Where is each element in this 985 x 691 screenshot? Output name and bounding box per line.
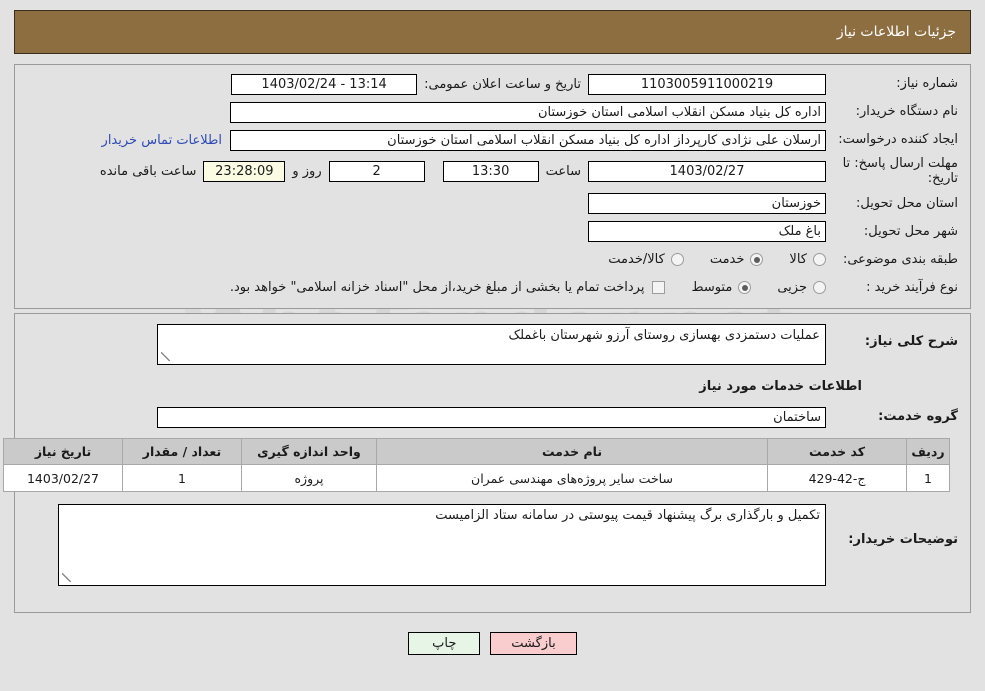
footer-actions: بازگشت چاپ bbox=[14, 621, 971, 665]
cell-name: ساخت سایر پروژه‌های مهندسی عمران bbox=[376, 464, 768, 492]
remaining-days-label: روز و bbox=[292, 164, 322, 180]
cell-unit: پروژه bbox=[241, 464, 377, 492]
service-group-label: گروه خدمت: bbox=[878, 408, 958, 424]
description-textarea[interactable]: عملیات دستمزدی بهسازی روستای آرزو شهرستا… bbox=[157, 324, 826, 365]
buyer-org-label: نام دستگاه خریدار: bbox=[855, 103, 958, 119]
province-label: استان محل تحویل: bbox=[856, 195, 958, 211]
radio-icon-jozei[interactable] bbox=[813, 281, 826, 295]
city-label: شهر محل تحویل: bbox=[863, 223, 958, 239]
category-radio-group: کالا خدمت کالا/خدمت bbox=[582, 252, 826, 267]
need-number-label: شماره نیاز: bbox=[896, 75, 958, 91]
creator-label: ایجاد کننده درخواست: bbox=[838, 131, 958, 147]
need-details-panel: شرح کلی نیاز: عملیات دستمزدی بهسازی روست… bbox=[3, 313, 971, 613]
countdown-timer: 23:28:09 bbox=[203, 161, 286, 183]
category-option-khedmat[interactable]: خدمت bbox=[710, 252, 764, 267]
row-service-group: گروه خدمت: ساختمان bbox=[27, 406, 958, 428]
category-option-kala-label: کالا bbox=[789, 252, 807, 268]
row-city: شهر محل تحویل: باغ ملک bbox=[27, 221, 958, 243]
deadline-date-value[interactable]: 1403/02/27 bbox=[588, 161, 826, 183]
th-radif: ردیف bbox=[906, 438, 950, 465]
deadline-hour-value[interactable]: 13:30 bbox=[442, 161, 539, 183]
th-date: تاریخ نیاز bbox=[3, 438, 123, 465]
page-title: جزئیات اطلاعات نیاز bbox=[836, 24, 956, 40]
row-buyer-notes: توضیحات خریدار: تکمیل و بارگذاری برگ پیش… bbox=[27, 504, 958, 586]
buyer-notes-label: توضیحات خریدار: bbox=[848, 532, 958, 547]
row-deadline: مهلت ارسال پاسخ: تا تاریخ: 1403/02/27 سا… bbox=[27, 156, 958, 187]
deadline-label: مهلت ارسال پاسخ: تا تاریخ: bbox=[842, 156, 958, 186]
th-code: کد خدمت bbox=[767, 438, 907, 465]
th-name: نام خدمت bbox=[376, 438, 768, 465]
service-group-value[interactable]: ساختمان bbox=[157, 406, 826, 428]
row-category: طبقه بندی موضوعی: کالا خدمت کالا/خدمت bbox=[27, 249, 958, 271]
province-value[interactable]: خوزستان bbox=[588, 193, 826, 215]
process-option-motevaset-label: متوسط bbox=[691, 280, 733, 296]
row-buyer-org: نام دستگاه خریدار: اداره کل بنیاد مسکن ا… bbox=[27, 101, 958, 123]
th-unit: واحد اندازه گیری bbox=[241, 438, 377, 465]
category-option-kala-khedmat-label: کالا/خدمت bbox=[608, 252, 665, 268]
city-value[interactable]: باغ ملک bbox=[588, 221, 826, 243]
process-option-jozei[interactable]: جزیی bbox=[777, 280, 826, 295]
buyer-contact-link[interactable]: اطلاعات تماس خریدار bbox=[102, 133, 230, 148]
deadline-hour-label: ساعت bbox=[545, 164, 581, 180]
category-label: طبقه بندی موضوعی: bbox=[842, 251, 958, 267]
row-creator: ایجاد کننده درخواست: ارسلان علی نژادی کا… bbox=[27, 129, 958, 151]
need-number-value[interactable]: 1103005911000219 bbox=[588, 73, 826, 95]
public-announce-label: تاریخ و ساعت اعلان عمومی: bbox=[424, 76, 581, 92]
row-description: شرح کلی نیاز: عملیات دستمزدی بهسازی روست… bbox=[27, 324, 958, 365]
page-root: جزئیات اطلاعات نیاز شماره نیاز: 11030059… bbox=[0, 0, 985, 691]
remaining-hours-label: ساعت باقی مانده bbox=[99, 164, 197, 180]
row-process-type: نوع فرآیند خرید : جزیی متوسط پرداخت تمام… bbox=[27, 277, 958, 299]
radio-icon-kala-khedmat[interactable] bbox=[670, 253, 684, 267]
table-header-row: ردیف کد خدمت نام خدمت واحد اندازه گیری ت… bbox=[3, 438, 950, 465]
services-section-title: اطلاعات خدمات مورد نیاز bbox=[699, 379, 862, 394]
process-type-label: نوع فرآیند خرید : bbox=[866, 279, 958, 295]
services-table-wrap: ردیف کد خدمت نام خدمت واحد اندازه گیری ت… bbox=[3, 438, 958, 492]
print-button[interactable]: چاپ bbox=[408, 631, 481, 655]
category-option-khedmat-label: خدمت bbox=[709, 252, 745, 268]
radio-icon-khedmat[interactable] bbox=[750, 253, 764, 267]
radio-icon-kala[interactable] bbox=[813, 253, 826, 267]
treasury-bond-note: پرداخت تمام یا بخشی از مبلغ خرید،از محل … bbox=[229, 280, 645, 296]
row-need-number: شماره نیاز: 1103005911000219 تاریخ و ساع… bbox=[27, 73, 958, 95]
th-qty: تعداد / مقدار bbox=[122, 438, 242, 465]
services-table: ردیف کد خدمت نام خدمت واحد اندازه گیری ت… bbox=[3, 438, 950, 492]
treasury-bond-checkbox[interactable] bbox=[652, 281, 666, 295]
public-announce-value[interactable]: 1403/02/24 - 13:14 bbox=[231, 73, 418, 95]
radio-icon-motevaset[interactable] bbox=[738, 281, 752, 295]
description-label: شرح کلی نیاز: bbox=[864, 334, 958, 349]
cell-radif: 1 bbox=[906, 464, 950, 492]
cell-date: 1403/02/27 bbox=[3, 464, 123, 492]
remaining-days-value: 2 bbox=[328, 161, 425, 183]
back-button[interactable]: بازگشت bbox=[490, 631, 577, 655]
process-radio-group: جزیی متوسط bbox=[665, 280, 826, 295]
process-option-motevaset[interactable]: متوسط bbox=[691, 280, 752, 296]
cell-qty: 1 bbox=[122, 464, 242, 492]
page-title-bar: جزئیات اطلاعات نیاز bbox=[14, 10, 971, 54]
creator-value[interactable]: ارسلان علی نژادی کارپرداز اداره کل بنیاد… bbox=[230, 129, 826, 151]
buyer-notes-textarea[interactable]: تکمیل و بارگذاری برگ پیشنهاد قیمت پیوستی… bbox=[58, 504, 826, 586]
process-option-jozei-label: جزیی bbox=[777, 280, 807, 296]
buyer-org-value[interactable]: اداره کل بنیاد مسکن انقلاب اسلامی استان … bbox=[230, 101, 826, 123]
need-summary-panel: شماره نیاز: 1103005911000219 تاریخ و ساع… bbox=[14, 64, 971, 309]
row-province: استان محل تحویل: خوزستان bbox=[27, 193, 958, 215]
category-option-kala[interactable]: کالا bbox=[789, 252, 826, 267]
table-row: 1 ج-42-429 ساخت سایر پروژه‌های مهندسی عم… bbox=[3, 464, 950, 492]
category-option-kala-khedmat[interactable]: کالا/خدمت bbox=[608, 252, 684, 267]
cell-code: ج-42-429 bbox=[767, 464, 907, 492]
